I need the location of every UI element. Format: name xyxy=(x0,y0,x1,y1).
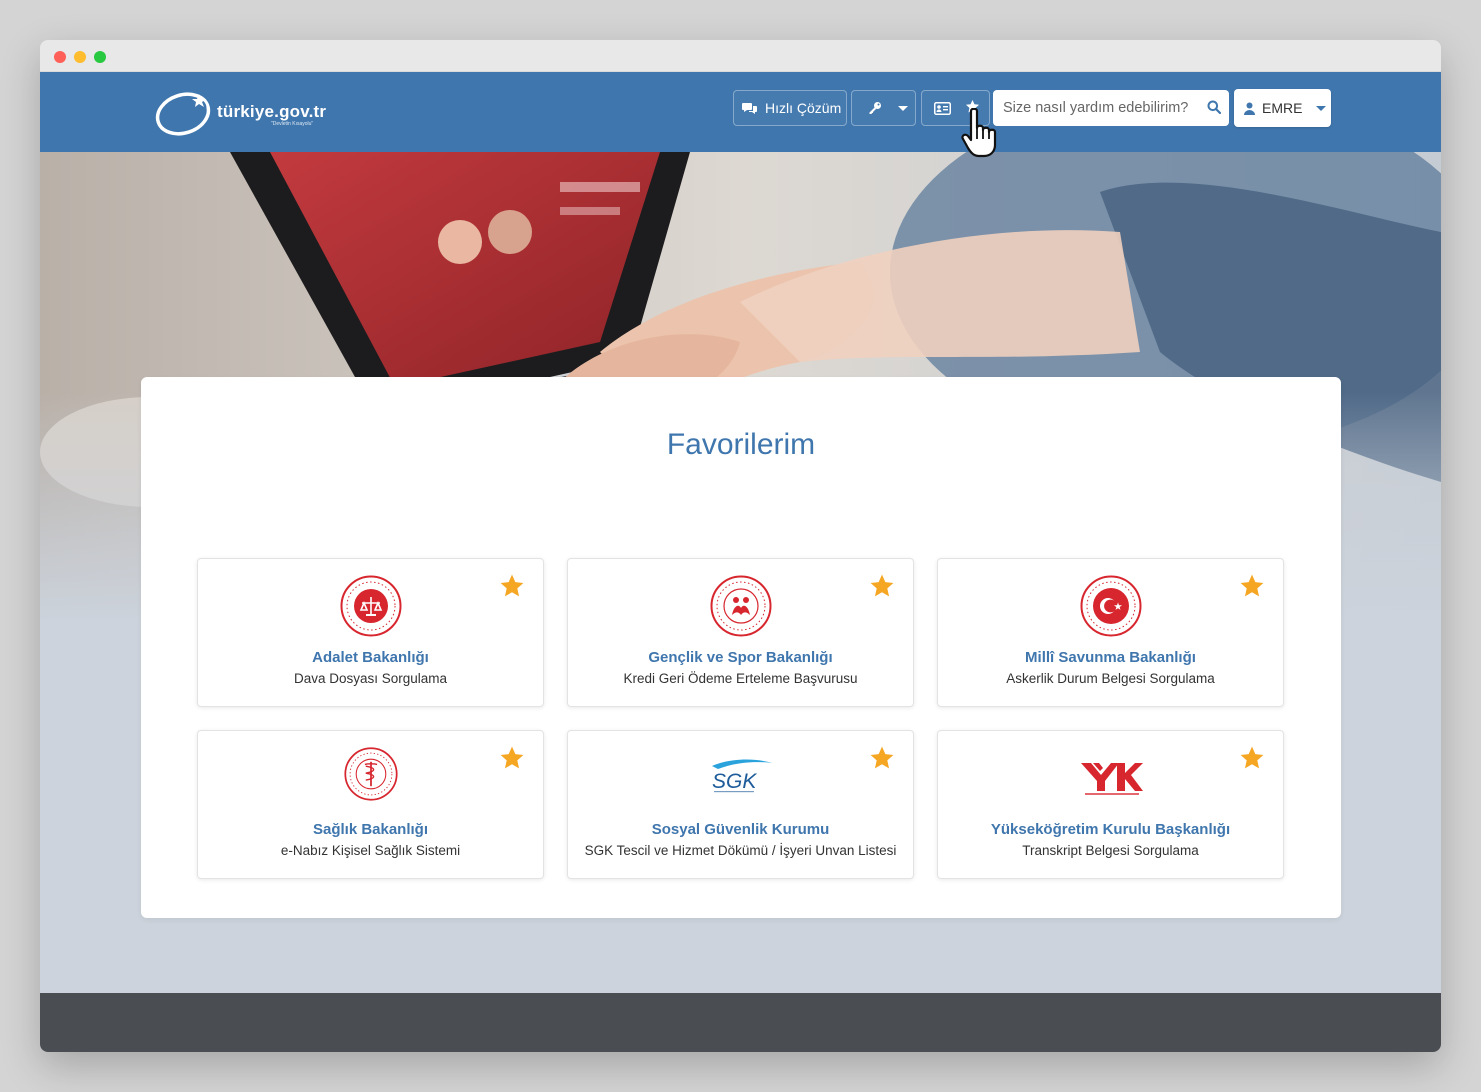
health-ministry-logo-icon xyxy=(344,747,398,801)
favorite-service-name: SGK Tescil ve Hizmet Dökümü / İşyeri Unv… xyxy=(584,843,897,858)
user-name: EMRE xyxy=(1262,100,1303,116)
page-title: Favorilerim xyxy=(666,428,816,461)
favorite-org-name: Gençlik ve Spor Bakanlığı xyxy=(648,649,833,666)
search-icon[interactable] xyxy=(1207,100,1222,119)
favorite-service-name: Askerlik Durum Belgesi Sorgulama xyxy=(1006,671,1215,686)
search-box xyxy=(993,90,1229,126)
window-titlebar xyxy=(40,40,1441,72)
quick-solution-button[interactable]: Hızlı Çözüm xyxy=(733,90,847,126)
minimize-window-button[interactable] xyxy=(74,51,86,63)
star-icon[interactable] xyxy=(869,745,895,776)
favorite-card[interactable]: Gençlik ve Spor Bakanlığı Kredi Geri Öde… xyxy=(567,558,914,707)
favorite-org-name: Yükseköğretim Kurulu Başkanlığı xyxy=(990,821,1231,838)
star-icon[interactable] xyxy=(499,745,525,776)
favorite-service-name: Transkript Belgesi Sorgulama xyxy=(1022,843,1199,858)
logo-tagline: "Devletin Kısayolu" xyxy=(271,121,314,127)
star-icon[interactable] xyxy=(1239,745,1265,776)
quick-solution-label: Hızlı Çözüm xyxy=(765,100,842,116)
password-menu-button[interactable] xyxy=(851,90,916,126)
chat-bubbles-icon xyxy=(742,102,757,114)
favorite-service-name: Dava Dosyası Sorgulama xyxy=(293,671,448,686)
youth-sports-ministry-logo-icon xyxy=(710,575,772,637)
user-icon xyxy=(1244,102,1255,115)
svg-text:SGK: SGK xyxy=(712,770,757,793)
yok-logo-icon xyxy=(1081,763,1143,795)
star-icon[interactable] xyxy=(869,573,895,604)
favorite-org-name: Adalet Bakanlığı xyxy=(312,649,429,666)
crescent-star-icon xyxy=(155,92,211,136)
favorite-card[interactable]: Yükseköğretim Kurulu Başkanlığı Transkri… xyxy=(937,730,1284,879)
favorite-card[interactable]: SGK Sosyal Güvenlik Kurumu SGK Tescil ve… xyxy=(567,730,914,879)
favorite-card[interactable]: Sağlık Bakanlığı e-Nabız Kişisel Sağlık … xyxy=(197,730,544,879)
site-logo[interactable]: türkiye.gov.tr "Devletin Kısayolu" xyxy=(153,86,363,138)
id-card-icon xyxy=(934,101,951,115)
favorite-org-name: Sağlık Bakanlığı xyxy=(312,821,429,838)
star-icon[interactable] xyxy=(1239,573,1265,604)
logo-text: türkiye.gov.tr xyxy=(217,102,327,121)
favorite-service-name: Kredi Geri Ödeme Erteleme Başvurusu xyxy=(623,671,858,686)
defense-ministry-logo-icon xyxy=(1080,575,1142,637)
hand-cursor-icon xyxy=(961,108,997,158)
user-menu-button[interactable]: EMRE xyxy=(1234,89,1331,127)
search-input[interactable] xyxy=(993,91,1193,125)
chevron-down-icon xyxy=(1316,105,1327,111)
favorite-card[interactable]: Adalet Bakanlığı Dava Dosyası Sorgulama xyxy=(197,558,544,707)
star-icon[interactable] xyxy=(499,573,525,604)
favorite-service-name: e-Nabız Kişisel Sağlık Sistemi xyxy=(280,843,461,858)
page-footer xyxy=(40,993,1441,1052)
browser-window: türkiye.gov.tr "Devletin Kısayolu" Hızlı… xyxy=(40,40,1441,1052)
favorites-panel: Favorilerim Adalet Bakanlığı Dava Dosyas… xyxy=(141,377,1341,918)
favorite-org-name: Millî Savunma Bakanlığı xyxy=(1025,649,1196,666)
key-icon xyxy=(869,102,881,114)
top-navbar: türkiye.gov.tr "Devletin Kısayolu" Hızlı… xyxy=(40,72,1441,152)
sgk-logo-icon: SGK xyxy=(712,759,772,793)
justice-ministry-logo-icon xyxy=(340,575,402,637)
chevron-down-icon xyxy=(898,105,908,111)
favorite-card[interactable]: Millî Savunma Bakanlığı Askerlik Durum B… xyxy=(937,558,1284,707)
close-window-button[interactable] xyxy=(54,51,66,63)
maximize-window-button[interactable] xyxy=(94,51,106,63)
favorite-org-name: Sosyal Güvenlik Kurumu xyxy=(651,821,830,838)
